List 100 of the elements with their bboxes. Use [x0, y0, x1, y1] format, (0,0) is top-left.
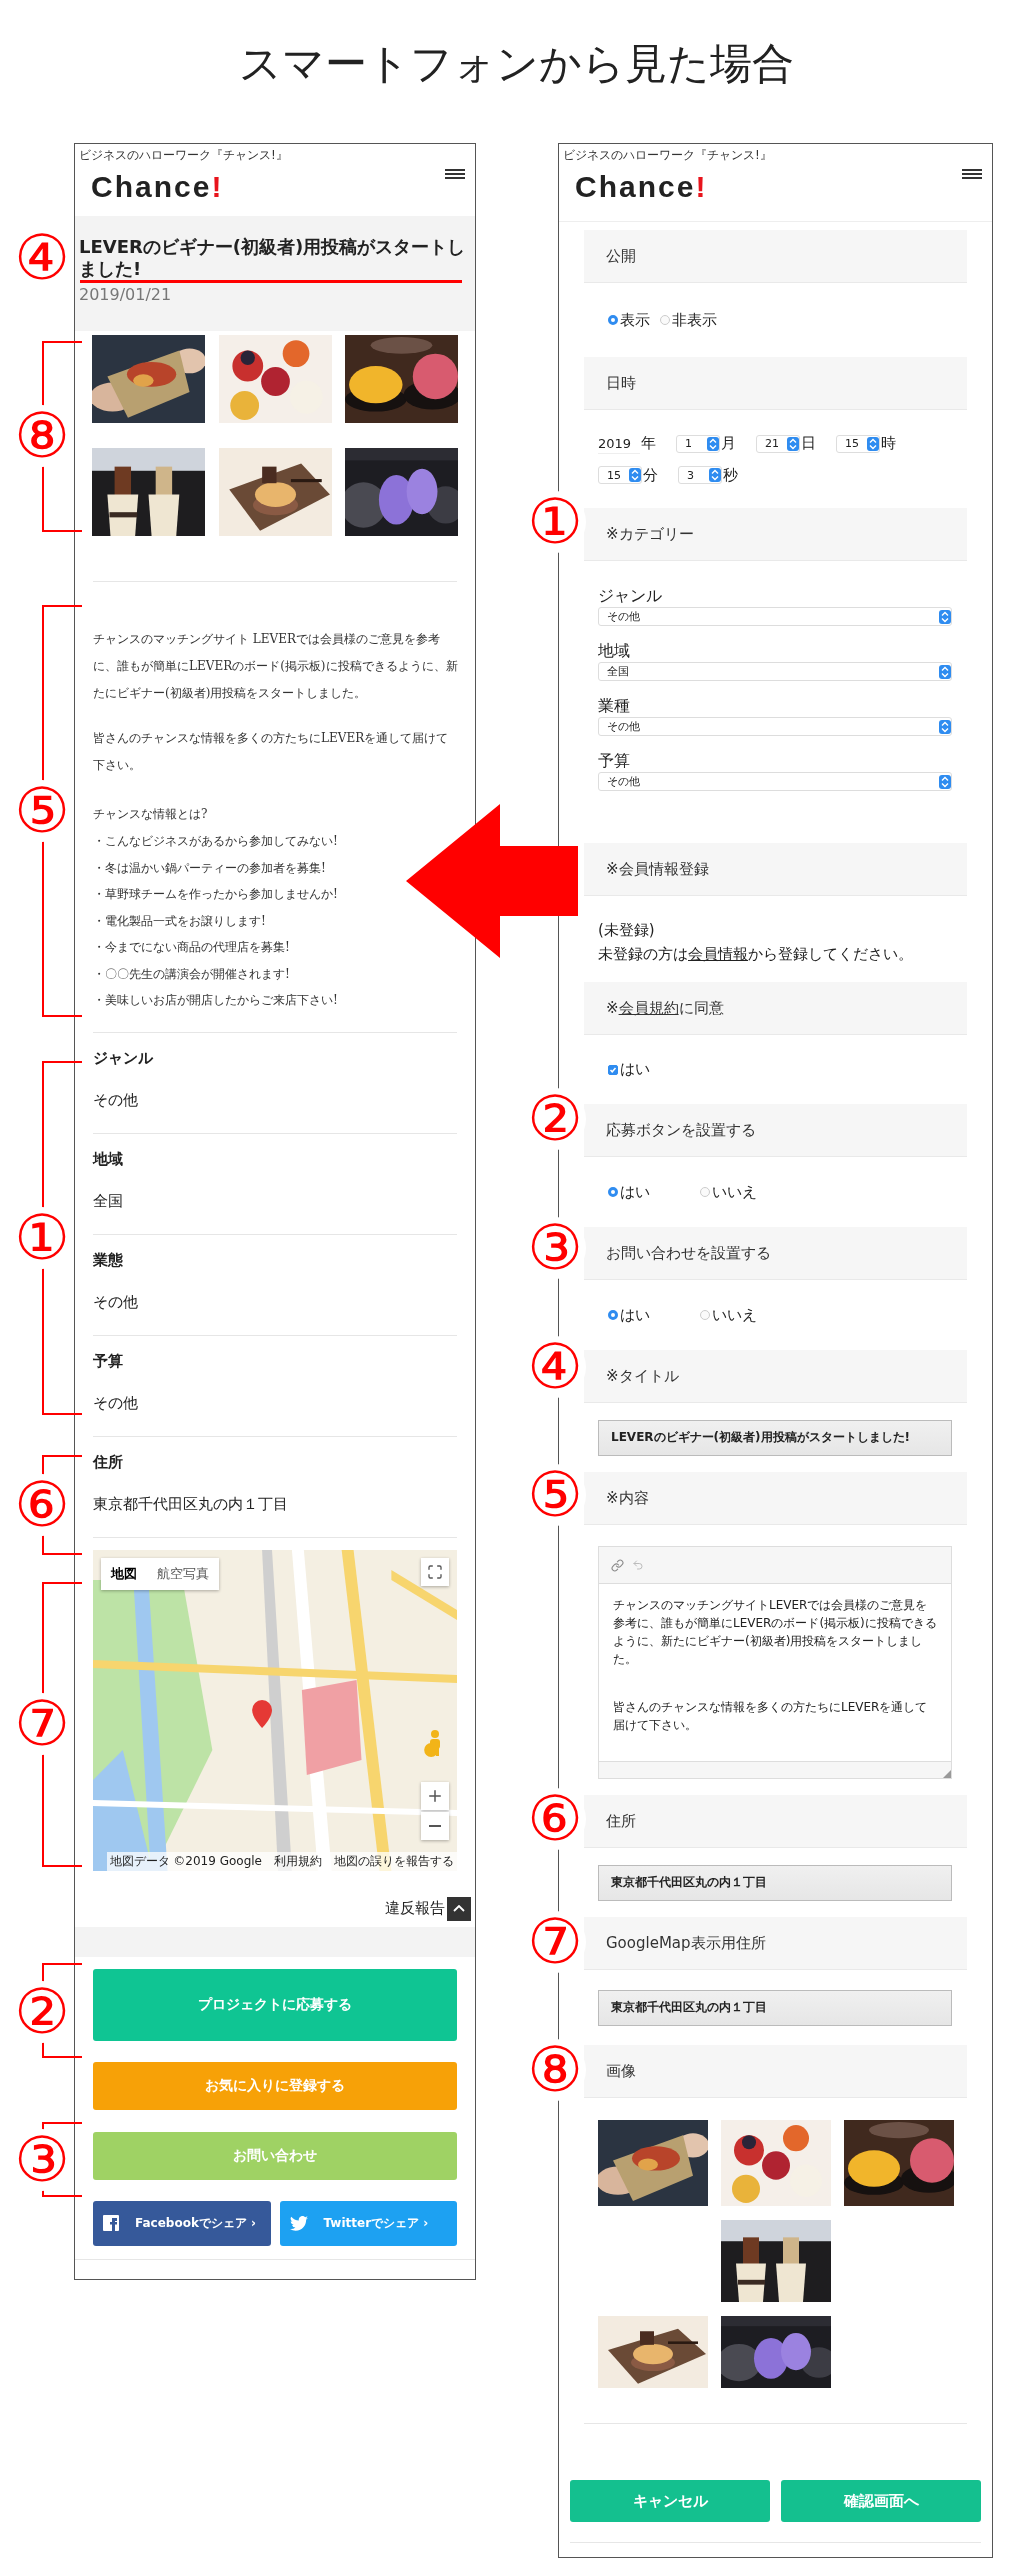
logo[interactable]: Chance!: [575, 170, 772, 204]
text-field[interactable]: LEVERのビギナー(初級者)用投稿がスタートしました!: [598, 1419, 952, 1456]
resize-handle-icon[interactable]: [943, 1770, 951, 1778]
zoom-out-button[interactable]: [421, 1811, 449, 1840]
year-field[interactable]: 2019: [598, 433, 640, 454]
header-text: ※: [606, 999, 619, 1017]
zoom-in-button[interactable]: [421, 1781, 449, 1810]
number-select[interactable]: 15: [836, 434, 880, 453]
editor-paragraph: 皆さんのチャンスな情報を多くの方たちにLEVERを通して届けて下さい。: [613, 1699, 929, 1734]
section-header: 公開: [584, 230, 967, 283]
stepper-icon: [867, 436, 879, 451]
section-header: ※タイトル: [584, 1350, 967, 1403]
map-type-tab[interactable]: 地図: [101, 1557, 147, 1590]
section-header: GoogleMap表示用住所: [584, 1917, 967, 1970]
section-header: ※会員情報登録: [584, 843, 967, 896]
detail-value: その他: [93, 1291, 139, 1313]
facebook-icon: [103, 2215, 119, 2231]
logo[interactable]: Chance!: [91, 170, 288, 204]
detail-value: その他: [93, 1392, 139, 1414]
stepper-icon: [707, 436, 719, 451]
radio-button[interactable]: [608, 1187, 618, 1197]
field-label: 予算: [598, 750, 631, 772]
radio-button[interactable]: [608, 1310, 618, 1320]
checkbox[interactable]: [608, 1064, 618, 1075]
menu-icon[interactable]: [445, 169, 465, 179]
select-field[interactable]: 全国: [598, 662, 952, 681]
fullscreen-button[interactable]: [421, 1557, 449, 1586]
detail-value: 東京都千代田区丸の内１丁目: [93, 1493, 289, 1515]
section-header: お問い合わせを設置する: [584, 1227, 967, 1280]
list-item: ・〇〇先生の講演会が開催されます!: [93, 965, 291, 983]
site-tagline: ビジネスのハローワーク『チャンス!』: [563, 147, 772, 164]
text-editor[interactable]: チャンスのマッチングサイトLEVERでは会員様のご意見を参考に、誰もが簡単にLEVERのボード(掲示板)に投稿できるように、新たにビギナー(初級者)用投稿をスタートしました。 皆さんのチャンスな情報を多くの方たちにLEVERを通して届けて下さい。: [598, 1546, 952, 1779]
stepper-icon: [939, 774, 951, 789]
radio-option[interactable]: いいえ: [700, 1305, 757, 1325]
list-item: ・冬は温かい鍋パーティーの参加者を募集!: [93, 859, 327, 877]
share-button[interactable]: Facebookでシェア ›: [93, 2200, 271, 2246]
unit-label: 時: [881, 434, 896, 453]
scroll-top-button[interactable]: [447, 1896, 471, 1921]
list-item: ・草野球チームを作ったから参加しませんか!: [93, 886, 339, 903]
detail-label: 住所: [93, 1451, 124, 1473]
text-field[interactable]: 東京都千代田区丸の内１丁目: [598, 1989, 952, 2026]
member-info-link[interactable]: 会員情報: [688, 945, 748, 963]
checkbox-option[interactable]: はい: [608, 1060, 967, 1079]
radio-option[interactable]: 非表示: [660, 310, 717, 330]
editor-paragraph: チャンスのマッチングサイトLEVERでは会員様のご意見を参考に、誰もが簡単にLEVERのボード(掲示板)に投稿できるように、新たにビギナー(初級者)用投稿をスタートしました。: [613, 1597, 937, 1668]
radio-option[interactable]: はい: [608, 1305, 650, 1325]
stepper-icon: [709, 468, 721, 482]
section-header: ※カテゴリー: [584, 508, 967, 561]
number-select[interactable]: 21: [756, 434, 800, 453]
select-field[interactable]: その他: [598, 772, 952, 791]
text-field[interactable]: 東京都千代田区丸の内１丁目: [598, 1864, 952, 1901]
select-field[interactable]: その他: [598, 717, 952, 736]
radio-button[interactable]: [700, 1187, 710, 1197]
share-label: Twitterでシェア ›: [323, 2214, 429, 2232]
undo-icon[interactable]: [632, 1559, 644, 1571]
radio-button[interactable]: [700, 1310, 710, 1320]
notice-text: 未登録の方は会員情報から登録してください。: [598, 944, 914, 965]
radio-option[interactable]: いいえ: [700, 1182, 757, 1202]
radio-button[interactable]: [660, 315, 670, 325]
header-text: に同意: [678, 998, 724, 1018]
number-select[interactable]: 15: [598, 466, 642, 484]
number-select[interactable]: 1: [676, 434, 720, 453]
post-date: 2019/01/21: [79, 285, 173, 305]
menu-icon[interactable]: [962, 169, 982, 179]
unit-label: 年: [641, 434, 656, 453]
list-title: チャンスな情報とは?: [93, 806, 209, 823]
site-tagline: ビジネスのハローワーク『チャンス!』: [79, 147, 288, 164]
field-label: 地域: [598, 640, 631, 662]
unit-label: 分: [643, 465, 658, 485]
field-label: ジャンル: [598, 585, 663, 607]
section-header: 画像: [584, 2045, 967, 2098]
stepper-icon: [939, 719, 951, 734]
list-item: ・電化製品一式をお譲りします!: [93, 912, 267, 930]
radio-option[interactable]: はい: [608, 1182, 650, 1202]
map-type-tab[interactable]: 航空写真: [147, 1557, 219, 1590]
select-field[interactable]: その他: [598, 607, 952, 626]
chevron-up-icon: [453, 1905, 465, 1912]
section-header: ※内容: [584, 1472, 967, 1525]
terms-link[interactable]: 会員規約: [618, 998, 679, 1018]
left-arrow-icon: [406, 804, 578, 958]
report-link[interactable]: 違反報告: [385, 1899, 445, 1918]
detail-value: その他: [93, 1089, 139, 1111]
list-item: ・美味しいお店が開店したからご来店下さい!: [93, 992, 339, 1009]
stepper-icon: [939, 664, 951, 679]
list-item: ・今までにない商品の代理店を募集!: [93, 939, 291, 956]
number-select[interactable]: 3: [678, 466, 722, 484]
radio-button[interactable]: [608, 315, 618, 325]
unit-label: 秒: [723, 465, 738, 485]
unit-label: 月: [721, 434, 736, 453]
body-paragraph: 皆さんのチャンスな情報を多くの方たちにLEVERを通して届けて下さい。: [93, 730, 450, 774]
detail-label: 業態: [93, 1249, 124, 1271]
share-label: Facebookでシェア ›: [135, 2214, 257, 2232]
section-header: 応募ボタンを設置する: [584, 1104, 967, 1157]
minus-icon: [429, 1824, 441, 1827]
bird-icon: [289, 2215, 308, 2231]
link-icon[interactable]: [611, 1558, 624, 1572]
radio-option[interactable]: 表示: [608, 310, 650, 330]
unit-label: 日: [801, 434, 816, 453]
status-text: (未登録): [598, 920, 656, 941]
post-title: LEVERのビギナー(初級者)用投稿がスタートしました!: [79, 236, 467, 280]
